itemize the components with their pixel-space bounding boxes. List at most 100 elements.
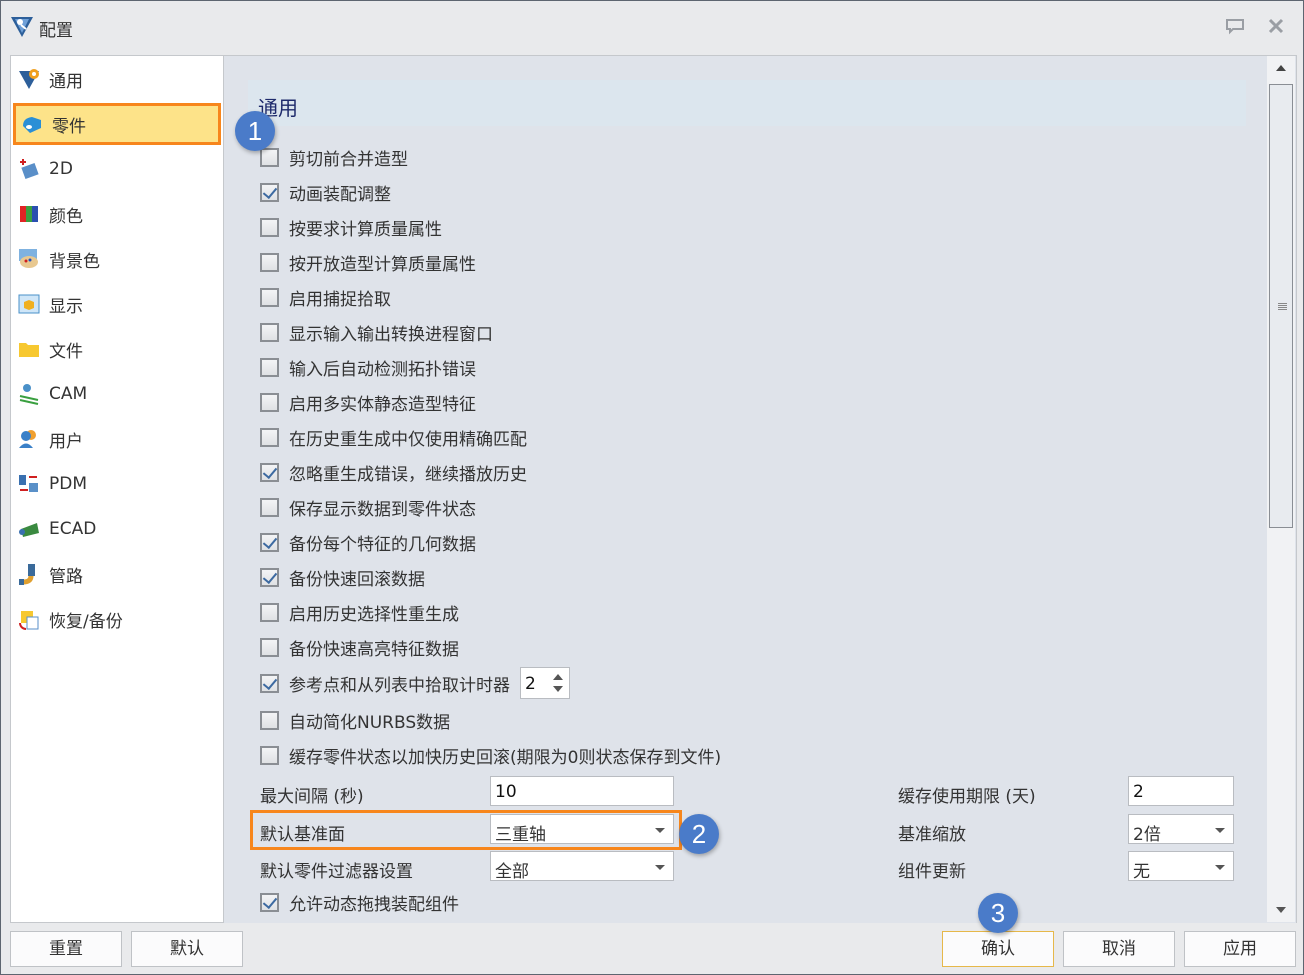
users-icon <box>19 430 36 448</box>
checkbox[interactable] <box>260 322 279 342</box>
checkbox-row-allow-drag[interactable]: 允许动态拖拽装配组件 <box>260 889 459 915</box>
checkbox-label: 忽略重生成错误，继续播放历史 <box>289 464 527 485</box>
checkbox-row[interactable]: 备份快速回滚数据 <box>260 564 425 590</box>
default-button[interactable]: 默认 <box>131 931 243 967</box>
default-filter-select[interactable]: 全部 <box>490 851 674 882</box>
component-update-select[interactable]: 无 <box>1128 851 1234 882</box>
sidebar-item-7[interactable]: CAM <box>13 373 221 415</box>
checkbox[interactable] <box>260 567 279 587</box>
checkbox[interactable] <box>260 710 279 730</box>
checkbox-row[interactable]: 输入后自动检测拓扑错误 <box>260 354 476 380</box>
part-icon <box>23 117 41 133</box>
checkbox-row[interactable]: 按开放造型计算质量属性 <box>260 249 476 275</box>
checkbox[interactable] <box>260 392 279 412</box>
cam-icon <box>19 384 39 405</box>
scroll-up-icon[interactable] <box>1276 65 1286 71</box>
checkbox[interactable] <box>260 745 279 765</box>
checkbox[interactable] <box>260 462 279 482</box>
checkbox-label: 剪切前合并造型 <box>289 149 408 170</box>
checkbox-row[interactable]: 保存显示数据到零件状态 <box>260 494 476 520</box>
checkbox-row[interactable]: 备份每个特征的几何数据 <box>260 529 476 555</box>
sidebar-item-4[interactable]: 背景色 <box>13 238 221 280</box>
annotation-badge-2: 2 <box>679 814 719 854</box>
sidebar: 通用 零件 2D 颜色 背景色 显示文件 CAM 用户 PDM ECAD 管路 恢复/备份 <box>10 55 224 923</box>
checkbox[interactable] <box>260 252 279 272</box>
sidebar-item-8[interactable]: 用户 <box>13 418 221 460</box>
checkbox-row[interactable]: 缓存零件状态以加快历史回滚(期限为0则状态保存到文件) <box>260 742 721 768</box>
checkbox-label: 缓存零件状态以加快历史回滚(期限为0则状态保存到文件) <box>289 747 722 768</box>
sidebar-item-10[interactable]: ECAD <box>13 508 221 550</box>
scroll-down-icon[interactable] <box>1276 907 1286 913</box>
checkbox-label: 启用捕捉拾取 <box>289 289 391 310</box>
sidebar-item-6[interactable]: 文件 <box>13 328 221 370</box>
sidebar-item-2[interactable]: 2D <box>13 148 221 190</box>
window-title: 配置 <box>39 21 73 41</box>
sidebar-item-5[interactable]: 显示 <box>13 283 221 325</box>
palette-icon <box>19 249 38 268</box>
max-interval-input[interactable]: 10 <box>490 776 674 806</box>
sidebar-item-3[interactable]: 颜色 <box>13 193 221 235</box>
apply-button[interactable]: 应用 <box>1184 931 1296 967</box>
checkbox-label: 启用多实体静态造型特征 <box>289 394 476 415</box>
config-dialog: 配置 通用 零件 2D 颜色 背景色 显示文件 CAM 用户 PDM ECAD 管路 恢复/备份 通用… <box>0 0 1304 975</box>
settings-panel: 通用 剪切前合并造型动画装配调整按要求计算质量属性按开放造型计算质量属性启用捕捉… <box>224 55 1297 923</box>
checkbox[interactable] <box>260 287 279 307</box>
gear-triangle-icon <box>19 69 39 89</box>
app-logo-icon <box>11 17 33 37</box>
sidebar-item-label: 文件 <box>49 341 83 362</box>
checkbox[interactable] <box>260 217 279 237</box>
checkbox-row[interactable]: 启用多实体静态造型特征 <box>260 389 476 415</box>
pipe-icon <box>19 564 35 585</box>
annotation-highlight-datum <box>250 810 682 850</box>
checkbox-row[interactable]: 备份快速高亮特征数据 <box>260 634 459 660</box>
datum-scale-select[interactable]: 2倍 <box>1128 814 1234 845</box>
checkbox-row[interactable]: 剪切前合并造型 <box>260 144 408 170</box>
annotation-badge-1: 1 <box>235 111 275 151</box>
spin-down-icon[interactable] <box>553 686 563 692</box>
ok-button[interactable]: 确认 <box>942 931 1054 967</box>
checkbox[interactable] <box>260 147 279 167</box>
timer-value: 2 <box>525 674 536 694</box>
section-header: 通用 <box>248 80 1246 126</box>
spin-up-icon[interactable] <box>553 674 563 680</box>
sidebar-item-12[interactable]: 恢复/备份 <box>13 598 221 640</box>
default-filter-label: 默认零件过滤器设置 <box>260 862 413 882</box>
sidebar-item-1[interactable]: 零件 <box>13 103 221 145</box>
checkbox[interactable] <box>260 427 279 447</box>
sidebar-item-label: 用户 <box>49 431 83 452</box>
checkbox[interactable] <box>260 637 279 657</box>
sidebar-item-9[interactable]: PDM <box>13 463 221 505</box>
checkbox-row[interactable]: 启用历史选择性重生成 <box>260 599 459 625</box>
checkbox-row[interactable]: 忽略重生成错误，继续播放历史 <box>260 459 527 485</box>
checkbox[interactable] <box>260 532 279 552</box>
checkbox-label: 显示输入输出转换进程窗口 <box>289 324 493 345</box>
sidebar-item-label: ECAD <box>49 519 97 539</box>
checkbox[interactable] <box>260 892 279 912</box>
checkbox-label: 启用历史选择性重生成 <box>289 604 459 625</box>
checkbox-row[interactable]: 参考点和从列表中拾取计时器 2 <box>260 667 570 699</box>
checkbox[interactable] <box>260 673 279 693</box>
sidebar-item-11[interactable]: 管路 <box>13 553 221 595</box>
cache-expiry-input[interactable]: 2 <box>1128 776 1234 806</box>
scroll-thumb[interactable] <box>1269 84 1293 528</box>
feedback-button[interactable] <box>1224 15 1246 37</box>
checkbox[interactable] <box>260 602 279 622</box>
timer-spinner[interactable]: 2 <box>520 667 570 699</box>
checkbox-row[interactable]: 动画装配调整 <box>260 179 391 205</box>
checkbox-row[interactable]: 自动简化NURBS数据 <box>260 707 450 733</box>
checkbox-row[interactable]: 显示输入输出转换进程窗口 <box>260 319 493 345</box>
checkbox[interactable] <box>260 182 279 202</box>
circuit-board-icon <box>19 523 39 537</box>
checkbox[interactable] <box>260 497 279 517</box>
cancel-button[interactable]: 取消 <box>1063 931 1175 967</box>
checkbox-row[interactable]: 启用捕捉拾取 <box>260 284 391 310</box>
checkbox[interactable] <box>260 357 279 377</box>
vertical-scrollbar[interactable] <box>1267 56 1295 922</box>
reset-button[interactable]: 重置 <box>10 931 122 967</box>
drawing-2d-icon <box>20 159 39 180</box>
color-bars-icon <box>20 206 38 222</box>
close-button[interactable] <box>1265 15 1287 37</box>
sidebar-item-0[interactable]: 通用 <box>13 58 221 100</box>
checkbox-row[interactable]: 按要求计算质量属性 <box>260 214 442 240</box>
checkbox-row[interactable]: 在历史重生成中仅使用精确匹配 <box>260 424 527 450</box>
